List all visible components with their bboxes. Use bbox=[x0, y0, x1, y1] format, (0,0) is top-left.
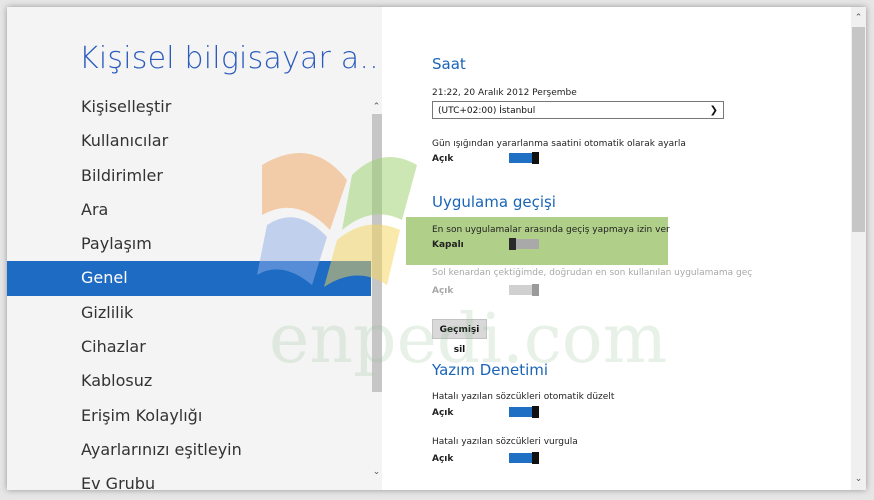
recent-apps-label: En son uygulamalar arasında geçiş yapmay… bbox=[432, 225, 670, 235]
dst-label: Gün ışığından yararlanma saatini otomati… bbox=[432, 139, 686, 149]
scroll-up-icon[interactable]: ⌃ bbox=[371, 102, 382, 112]
sidebar-item-ease-of-access[interactable]: Erişim Kolaylığı bbox=[7, 399, 371, 433]
dst-state: Açık bbox=[432, 154, 454, 164]
settings-window: Kişisel bilgisayar a... Kişiselleştir Ku… bbox=[7, 7, 866, 490]
sidebar-item-sync-settings[interactable]: Ayarlarınızı eşitleyin bbox=[7, 433, 371, 467]
autocorrect-state: Açık bbox=[432, 408, 454, 418]
page-title: Kişisel bilgisayar a... bbox=[79, 41, 382, 76]
edge-swipe-label: Sol kenardan çektiğimde, doğrudan en son… bbox=[432, 268, 753, 278]
timezone-select[interactable]: (UTC+02:00) İstanbul ❯ bbox=[432, 101, 724, 119]
edge-swipe-toggle[interactable] bbox=[509, 284, 539, 296]
settings-content: Saat 21:22, 20 Aralık 2012 Perşembe (UTC… bbox=[382, 7, 852, 490]
chevron-down-icon: ❯ bbox=[709, 105, 718, 116]
scroll-down-icon[interactable]: ⌄ bbox=[371, 467, 382, 477]
autocorrect-toggle[interactable] bbox=[509, 406, 539, 418]
highlight-misspelled-label: Hatalı yazılan sözcükleri vurgula bbox=[432, 437, 578, 447]
watermark-text: enpedi.com bbox=[269, 300, 668, 379]
autocorrect-label: Hatalı yazılan sözcükleri otomatik düzel… bbox=[432, 392, 615, 402]
dst-toggle[interactable] bbox=[509, 152, 539, 164]
highlight-misspelled-state: Açık bbox=[432, 454, 454, 464]
timezone-value: (UTC+02:00) İstanbul bbox=[438, 106, 536, 116]
content-scroll-thumb[interactable] bbox=[852, 27, 865, 232]
highlight-misspelled-toggle[interactable] bbox=[509, 452, 539, 464]
clock-section-title: Saat bbox=[432, 55, 466, 73]
content-scrollbar[interactable]: ⌃ ⌄ bbox=[851, 7, 866, 490]
app-switching-section-title: Uygulama geçişi bbox=[432, 193, 556, 211]
edge-swipe-state: Açık bbox=[432, 286, 454, 296]
sidebar-item-personalize[interactable]: Kişiselleştir bbox=[7, 90, 371, 124]
scroll-up-icon[interactable]: ⌃ bbox=[851, 13, 866, 23]
scroll-down-icon[interactable]: ⌄ bbox=[851, 474, 866, 484]
sidebar-item-homegroup[interactable]: Ev Grubu bbox=[7, 467, 371, 490]
current-datetime: 21:22, 20 Aralık 2012 Perşembe bbox=[432, 88, 577, 98]
recent-apps-state: Kapalı bbox=[432, 240, 464, 250]
recent-apps-toggle[interactable] bbox=[509, 238, 539, 250]
